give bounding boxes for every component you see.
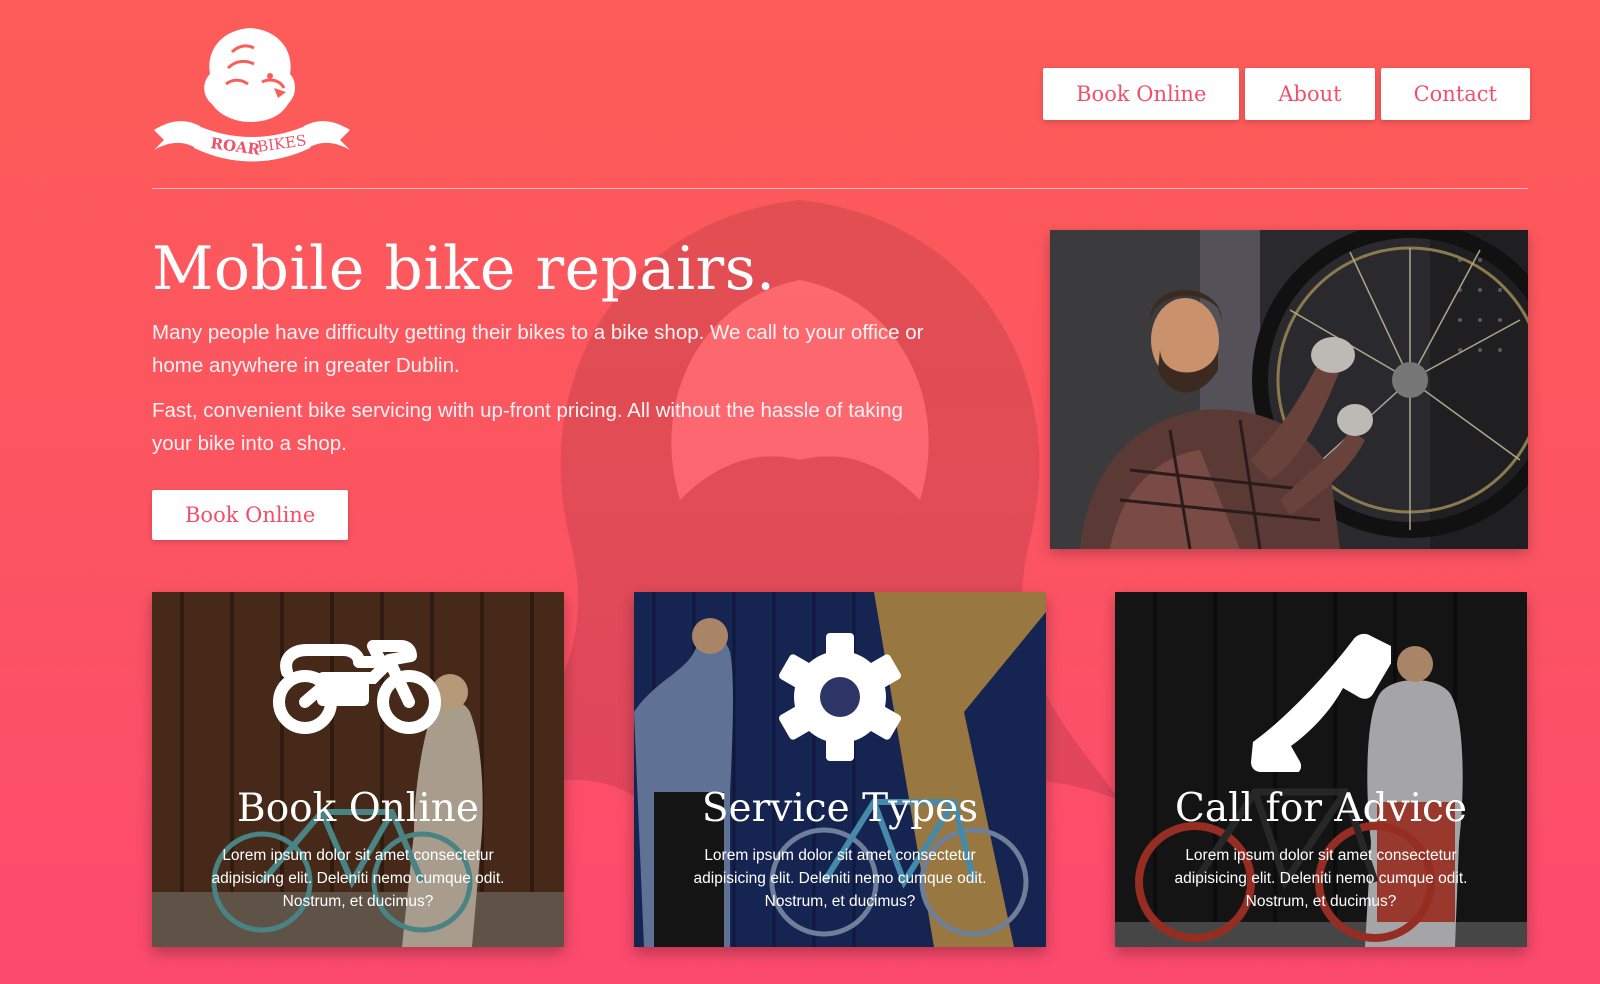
- feature-card-book-online[interactable]: Book Online Lorem ipsum dolor sit amet c…: [152, 592, 564, 947]
- feature-text: Lorem ipsum dolor sit amet consectetur a…: [211, 847, 505, 910]
- hero-book-online-button[interactable]: Book Online: [152, 490, 349, 540]
- nav-about-button[interactable]: About: [1245, 68, 1375, 120]
- top-navigation: Book Online About Contact: [1043, 68, 1530, 120]
- header-divider: [152, 188, 1528, 189]
- hero-paragraph-2: Fast, convenient bike servicing with up-…: [152, 399, 903, 455]
- nav-contact-button[interactable]: Contact: [1380, 68, 1530, 120]
- feature-text: Lorem ipsum dolor sit amet consectetur a…: [693, 847, 987, 910]
- feature-card-service-types[interactable]: Service Types Lorem ipsum dolor sit amet…: [634, 592, 1046, 947]
- feature-title: Service Types: [701, 786, 979, 831]
- gear-icon: [776, 632, 904, 762]
- hero-section: Mobile bike repairs. Many people have di…: [152, 236, 932, 540]
- feature-card-call-for-advice[interactable]: Call for Advice Lorem ipsum dolor sit am…: [1115, 592, 1527, 947]
- nav-book-online-button[interactable]: Book Online: [1043, 68, 1240, 120]
- roar-bikes-logo[interactable]: ROAR BIKES: [150, 22, 354, 162]
- feature-title: Book Online: [237, 786, 479, 831]
- motorcycle-icon: [273, 632, 443, 736]
- phone-icon: [1251, 632, 1391, 772]
- feature-title: Call for Advice: [1175, 786, 1467, 831]
- hero-paragraph-1: Many people have difficulty getting thei…: [152, 321, 924, 377]
- hero-title: Mobile bike repairs.: [152, 234, 776, 304]
- mechanic-photo: [1050, 230, 1528, 549]
- feature-text: Lorem ipsum dolor sit amet consectetur a…: [1174, 847, 1468, 910]
